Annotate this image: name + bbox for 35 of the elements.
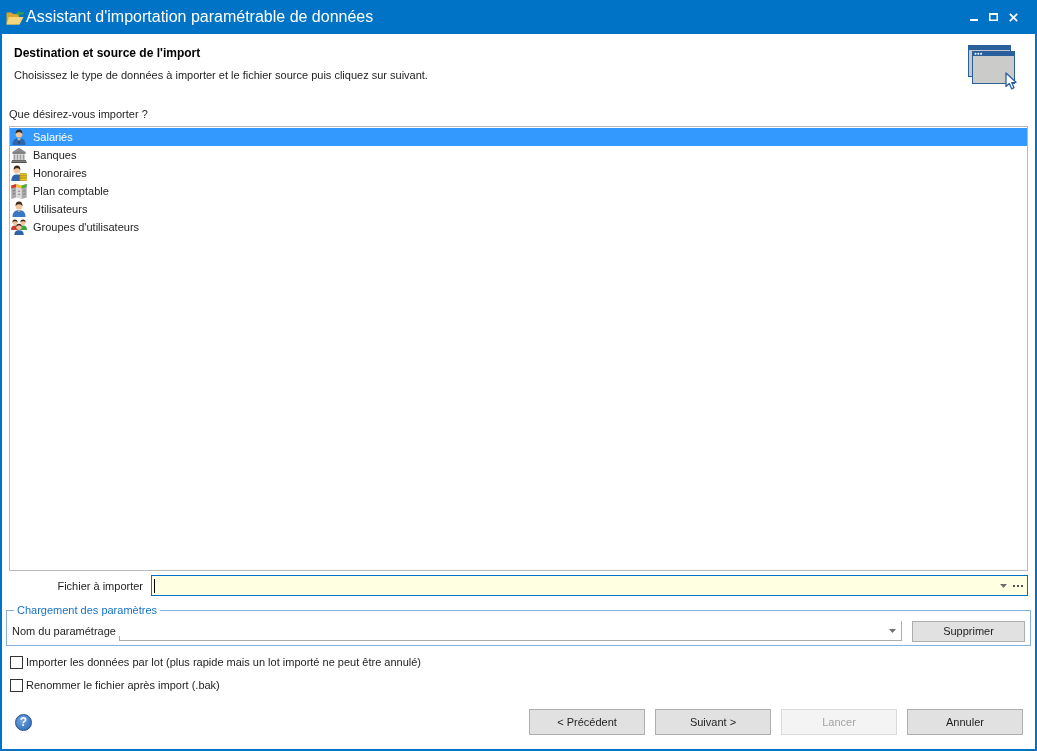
people-group-icon [11,219,27,235]
list-item[interactable]: Utilisateurs [10,200,1027,218]
folded-map-icon [11,183,27,199]
checkbox[interactable] [10,655,23,669]
person-with-coins-icon [11,165,27,181]
field-label: Fichier à importer [56,579,143,592]
text-cursor-icon [154,578,155,593]
file-path-field[interactable] [151,575,1028,596]
checkbox-label: Importer les données par lot (plus rapide mais un lot importé ne peut être annulé) [26,656,421,668]
maximize-icon[interactable] [989,13,998,21]
previous-button[interactable]: < Précédent [529,709,645,735]
person-icon [11,201,27,217]
folder-icon [6,9,24,25]
combo-label: Nom du paramétrage [12,625,117,637]
group-title: Chargement des paramètres [16,604,158,617]
man-in-suit-icon [11,129,27,145]
list-item[interactable]: Plan comptable [10,182,1027,200]
bank-building-icon [11,147,27,163]
page-description: Choisissez le type de données à importer et le fichier source puis cliquez sur suivant. [14,68,428,82]
list-item[interactable]: Banques [10,146,1027,164]
next-button[interactable]: Suivant > [655,709,771,735]
window-title: Assistant d'importation paramétrable de données [26,8,374,26]
list-item[interactable]: Groupes d'utilisateurs [10,218,1027,236]
page-heading: Destination et source de l'import [14,46,202,61]
dropdown-arrow-icon[interactable] [1000,583,1007,588]
checkbox[interactable] [10,678,23,692]
ellipsis-icon[interactable] [1013,584,1023,587]
cancel-button[interactable]: Annuler [907,709,1023,735]
dropdown-arrow-icon[interactable] [889,628,896,633]
list-label: Que désirez-vous importer ? [9,107,149,121]
close-icon[interactable] [1009,12,1018,22]
list-item[interactable]: Honoraires [10,164,1027,182]
windows-with-cursor-icon [968,45,1020,90]
checkbox-label: Renommer le fichier après import (.bak) [26,679,220,691]
delete-button[interactable]: Supprimer [912,620,1025,642]
